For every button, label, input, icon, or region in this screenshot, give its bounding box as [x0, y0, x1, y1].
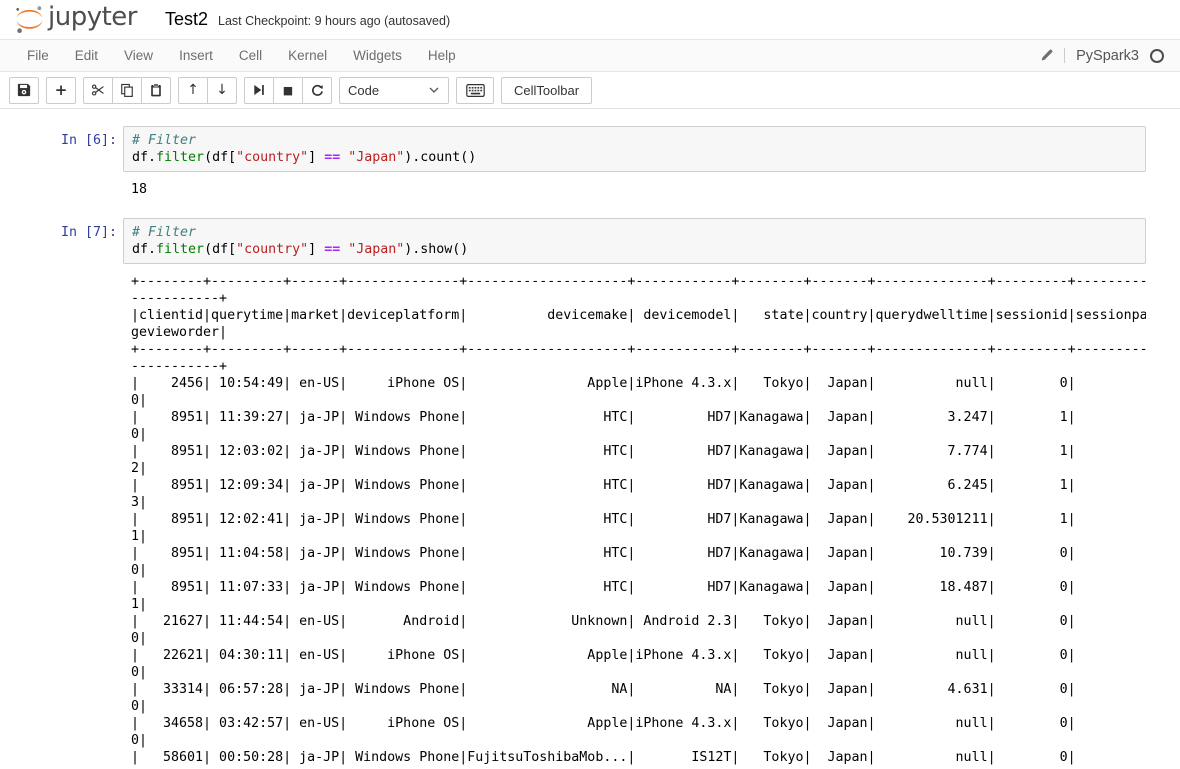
- copy-icon: [121, 83, 133, 97]
- kernel-indicator-area: PySpark3: [1040, 48, 1164, 64]
- output-text: 18: [131, 182, 148, 197]
- menu-view[interactable]: View: [111, 41, 166, 70]
- keyboard-icon: [465, 83, 485, 97]
- code-line: df.filter(df["country"] == "Japan").coun…: [132, 150, 477, 165]
- pencil-icon: [1041, 49, 1053, 61]
- menu-help[interactable]: Help: [415, 41, 469, 70]
- kernel-name: PySpark3: [1076, 47, 1139, 64]
- save-icon: [17, 83, 31, 97]
- paste-cell-button[interactable]: [141, 76, 171, 104]
- menu-kernel[interactable]: Kernel: [275, 41, 340, 70]
- output-text: +--------+---------+------+-------------…: [131, 274, 1146, 765]
- checkpoint-status: Last Checkpoint: 9 hours ago (autosaved): [218, 14, 451, 28]
- interrupt-kernel-button[interactable]: ■: [273, 76, 303, 104]
- cell-input-row: In [6]: # Filter df.filter(df["country"] …: [0, 126, 1146, 172]
- code-cell-6: In [6]: # Filter df.filter(df["country"] …: [0, 126, 1146, 198]
- jupyter-logo[interactable]: jupyter: [14, 4, 137, 35]
- input-prompt: In [6]:: [60, 133, 117, 148]
- menu-insert[interactable]: Insert: [166, 41, 226, 70]
- arrow-down-icon: ↓: [216, 82, 228, 98]
- cell-output-row: +--------+---------+------+-------------…: [0, 273, 1146, 766]
- header: jupyter Test2 Last Checkpoint: 9 hours a…: [0, 0, 1180, 39]
- command-palette-button[interactable]: [456, 76, 494, 104]
- move-cell-down-button[interactable]: ↓: [207, 76, 237, 104]
- arrow-up-icon: ↑: [187, 82, 199, 98]
- copy-cell-button[interactable]: [112, 76, 142, 104]
- notebook-title[interactable]: Test2: [165, 9, 208, 30]
- move-cell-up-button[interactable]: ↑: [178, 76, 208, 104]
- save-button[interactable]: [9, 76, 39, 104]
- title-group: Test2 Last Checkpoint: 9 hours ago (auto…: [165, 9, 450, 30]
- notebook-area: In [6]: # Filter df.filter(df["country"] …: [0, 109, 1180, 766]
- menu-edit[interactable]: Edit: [62, 41, 111, 70]
- stop-icon: ■: [282, 83, 294, 97]
- code-editor[interactable]: # Filter df.filter(df["country"] == "Japa…: [123, 126, 1146, 172]
- code-line: # Filter: [132, 225, 197, 240]
- cut-cell-button[interactable]: [83, 76, 113, 104]
- kernel-idle-icon: [1150, 48, 1164, 63]
- insert-cell-below-button[interactable]: +: [46, 76, 76, 104]
- menu-file[interactable]: File: [14, 41, 62, 70]
- menu-cell[interactable]: Cell: [226, 41, 275, 70]
- scissors-icon: [91, 84, 104, 96]
- cell-output-row: 18: [0, 181, 1146, 198]
- jupyter-logo-icon: [16, 6, 43, 33]
- code-line: df.filter(df["country"] == "Japan").show…: [132, 242, 469, 257]
- cell-toolbar-button[interactable]: CellToolbar: [501, 76, 593, 104]
- code-line: # Filter: [132, 133, 197, 148]
- toolbar: + ↑ ↓ ■ Code CellToolbar: [0, 72, 1180, 109]
- cell-type-select[interactable]: Code: [339, 76, 449, 104]
- output-prompt-spacer: [0, 273, 123, 766]
- paste-icon: [151, 83, 161, 97]
- menubar-divider: [1064, 48, 1066, 63]
- code-cell-7: In [7]: # Filter df.filter(df["country"] …: [0, 218, 1146, 766]
- step-forward-icon: [254, 85, 264, 95]
- output-prompt-spacer: [0, 181, 123, 198]
- menubar: File Edit View Insert Cell Kernel Widget…: [0, 39, 1180, 72]
- jupyter-notebook-app: jupyter Test2 Last Checkpoint: 9 hours a…: [0, 0, 1180, 766]
- cell-input-row: In [7]: # Filter df.filter(df["country"] …: [0, 218, 1146, 264]
- menu-list: File Edit View Insert Cell Kernel Widget…: [14, 41, 469, 70]
- jupyter-wordmark: jupyter: [48, 1, 137, 32]
- run-cell-button[interactable]: [244, 76, 274, 104]
- restart-kernel-button[interactable]: [302, 76, 332, 104]
- cell-type-value: Code: [348, 82, 380, 98]
- chevron-down-icon: [429, 87, 439, 93]
- input-prompt: In [7]:: [60, 225, 117, 240]
- menu-widgets[interactable]: Widgets: [340, 41, 415, 70]
- restart-icon: [311, 84, 323, 96]
- plus-icon: +: [54, 80, 68, 99]
- code-editor[interactable]: # Filter df.filter(df["country"] == "Japa…: [123, 218, 1146, 264]
